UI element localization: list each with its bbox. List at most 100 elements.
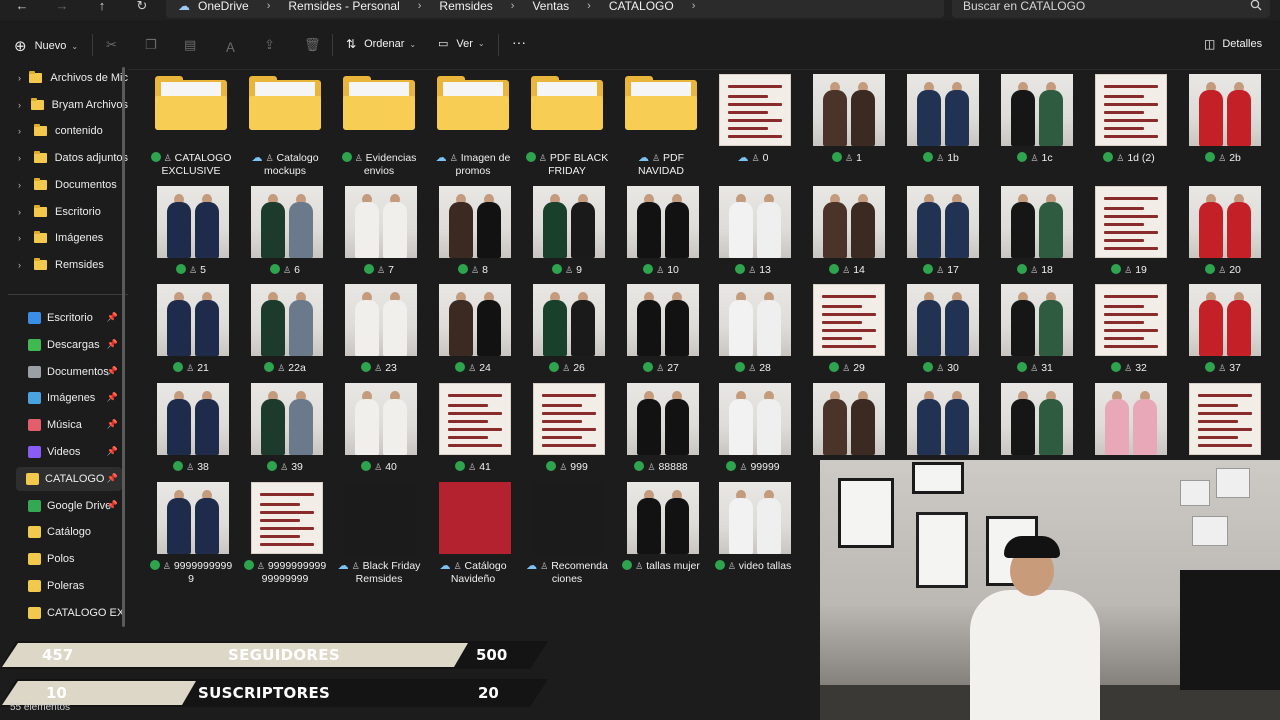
sidebar-tree-item[interactable]: › Documentos	[0, 173, 128, 197]
chevron-right-icon[interactable]: ›	[267, 0, 271, 12]
up-arrow-icon[interactable]: ↑	[92, 0, 112, 14]
file-item[interactable]: ♙ 24	[426, 276, 520, 376]
file-item[interactable]: ♙ 1b	[894, 66, 988, 166]
file-item[interactable]: ♙ 20	[1176, 178, 1270, 278]
folder-item[interactable]: ☁ ♙ Catalogo mockups	[238, 66, 332, 177]
paste-icon[interactable]: ▤	[184, 37, 196, 53]
file-item[interactable]: ♙ 9999999999 99999999	[238, 474, 332, 585]
sidebar-scrollbar[interactable]	[122, 67, 125, 627]
file-item[interactable]: ♙ 6	[238, 178, 332, 278]
quick-access-item[interactable]: Videos 📌	[18, 440, 122, 464]
quick-access-item[interactable]: Google Drive 📌	[18, 494, 122, 518]
quick-access-item[interactable]: Documentos 📌	[18, 360, 122, 384]
file-item[interactable]: ♙ 27	[614, 276, 708, 376]
file-item[interactable]: ♙ 40	[332, 375, 426, 475]
search-icon[interactable]	[1250, 0, 1262, 11]
pin-icon[interactable]: 📌	[107, 312, 118, 323]
chevron-right-icon[interactable]: ›	[18, 73, 23, 83]
breadcrumb-onedrive[interactable]: OneDrive	[198, 0, 249, 13]
file-item[interactable]: ♙ tallas mujer	[614, 474, 708, 574]
chevron-right-icon[interactable]: ›	[18, 233, 28, 243]
sidebar-tree-item[interactable]: › contenido	[0, 119, 128, 143]
pin-icon[interactable]: 📌	[107, 392, 118, 403]
file-item[interactable]: ♙ 8	[426, 178, 520, 278]
folder-item[interactable]: ☁ ♙ Imagen de promos	[426, 66, 520, 177]
sidebar-tree-item[interactable]: › Remsides	[0, 253, 128, 277]
file-item[interactable]: ♙ 1	[800, 66, 894, 166]
file-item[interactable]: ♙ 39	[238, 375, 332, 475]
sidebar-tree-item[interactable]: › Escritorio	[0, 200, 128, 224]
file-item[interactable]: ♙ 9	[520, 178, 614, 278]
file-item[interactable]: ♙ 14	[800, 178, 894, 278]
sidebar-tree-item[interactable]: › Bryam Archivos	[0, 93, 128, 117]
quick-access-item[interactable]: Música 📌	[18, 413, 122, 437]
pin-icon[interactable]: 📌	[107, 419, 118, 430]
file-item[interactable]: ♙ 18	[988, 178, 1082, 278]
breadcrumb-catalogo[interactable]: CATALOGO	[609, 0, 674, 13]
forward-arrow-icon[interactable]: →	[52, 0, 72, 14]
chevron-right-icon[interactable]: ›	[18, 180, 28, 190]
pin-icon[interactable]: 📌	[107, 339, 118, 350]
pin-icon[interactable]: 📌	[107, 366, 118, 377]
sidebar-tree-item[interactable]: › Datos adjuntos	[0, 146, 128, 170]
delete-icon[interactable]: 🗑	[304, 37, 321, 53]
folder-item[interactable]: ♙ CATALOGO EXCLUSIVE	[144, 66, 238, 177]
breadcrumb-remsides-personal[interactable]: Remsides - Personal	[288, 0, 399, 13]
file-item[interactable]: ♙ 2b	[1176, 66, 1270, 166]
share-icon[interactable]: ⇪	[264, 37, 275, 53]
copy-icon[interactable]: ❐	[145, 37, 157, 53]
file-item[interactable]: ♙ 37	[1176, 276, 1270, 376]
file-item[interactable]: ☁ ♙ Black Friday Remsides	[332, 474, 426, 585]
quick-access-item[interactable]: Imágenes 📌	[18, 386, 122, 410]
chevron-right-icon[interactable]: ›	[18, 260, 28, 270]
chevron-right-icon[interactable]: ›	[511, 0, 515, 12]
sidebar-tree-item[interactable]: › Imágenes	[0, 226, 128, 250]
quick-access-item[interactable]: Poleras	[18, 574, 122, 598]
quick-access-item[interactable]: Catálogo	[18, 520, 122, 544]
file-item[interactable]: ♙ 1d (2)	[1082, 66, 1176, 166]
file-item[interactable]: ♙ 21	[144, 276, 238, 376]
folder-item[interactable]: ♙ Evidencias envios	[332, 66, 426, 177]
chevron-right-icon[interactable]: ›	[18, 126, 28, 136]
file-item[interactable]: ☁ ♙ 0	[706, 66, 800, 166]
file-item[interactable]: ♙ 17	[894, 178, 988, 278]
refresh-icon[interactable]: ↻	[132, 0, 152, 14]
pin-icon[interactable]: 📌	[107, 500, 118, 511]
file-item[interactable]: ♙ 5	[144, 178, 238, 278]
file-item[interactable]: ♙ 38	[144, 375, 238, 475]
search-input[interactable]: Buscar en CATALOGO	[952, 0, 1270, 18]
file-item[interactable]: ♙ 13	[706, 178, 800, 278]
address-bar[interactable]: ☁ OneDrive › Remsides - Personal › Remsi…	[166, 0, 944, 18]
sidebar-tree-item[interactable]: › Archivos de Mic	[0, 66, 128, 90]
chevron-right-icon[interactable]: ›	[692, 0, 696, 12]
file-item[interactable]: ♙ 32	[1082, 276, 1176, 376]
file-item[interactable]: ♙ 41	[426, 375, 520, 475]
more-options-button[interactable]: ···	[512, 34, 526, 50]
quick-access-item[interactable]: Escritorio 📌	[18, 306, 122, 330]
quick-access-item[interactable]: Descargas 📌	[18, 333, 122, 357]
file-item[interactable]: ♙ 30	[894, 276, 988, 376]
file-item[interactable]: ♙ 23	[332, 276, 426, 376]
chevron-right-icon[interactable]: ›	[587, 0, 591, 12]
file-item[interactable]: ♙ 22a	[238, 276, 332, 376]
file-item[interactable]: ♙ 19	[1082, 178, 1176, 278]
file-item[interactable]: ☁ ♙ Recomenda ciones	[520, 474, 614, 585]
back-arrow-icon[interactable]: ←	[12, 0, 32, 14]
sort-button[interactable]: ⇅ Ordenar ⌄	[346, 37, 416, 51]
file-item[interactable]: ♙ 26	[520, 276, 614, 376]
rename-icon[interactable]: Ａ	[224, 37, 237, 56]
file-item[interactable]: ♙ 31	[988, 276, 1082, 376]
file-item[interactable]: ♙ 99999	[706, 375, 800, 475]
pin-icon[interactable]: 📌	[107, 473, 118, 484]
folder-item[interactable]: ☁ ♙ PDF NAVIDAD	[614, 66, 708, 177]
chevron-right-icon[interactable]: ›	[18, 153, 28, 163]
folder-item[interactable]: ♙ PDF BLACK FRIDAY	[520, 66, 614, 177]
chevron-right-icon[interactable]: ›	[418, 0, 422, 12]
file-item[interactable]: ♙ 999	[520, 375, 614, 475]
file-item[interactable]: ♙ 7	[332, 178, 426, 278]
file-item[interactable]: ♙ 1c	[988, 66, 1082, 166]
file-item[interactable]: ♙ 28	[706, 276, 800, 376]
quick-access-item[interactable]: Polos	[18, 547, 122, 571]
quick-access-item[interactable]: CATALOGO EXCL	[18, 601, 122, 625]
file-item[interactable]: ♙ 9999999999 9	[144, 474, 238, 585]
